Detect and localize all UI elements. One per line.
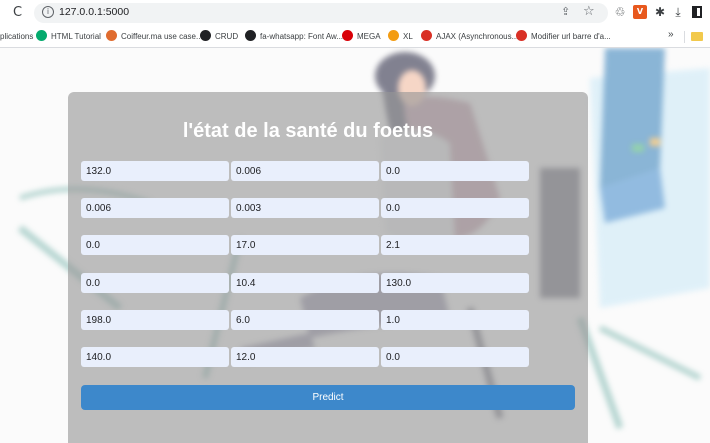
feature-input-r6-c1[interactable] (81, 347, 229, 367)
bookmark-item[interactable]: plications (0, 30, 33, 44)
extensions-puzzle-icon[interactable]: ✱ (653, 5, 667, 19)
prediction-form-card: l'état de la santé du foetus Predict (68, 92, 588, 443)
bookmark-item[interactable]: CRUD (200, 30, 238, 44)
feature-input-r4-c1[interactable] (81, 273, 229, 293)
feature-input-r4-c2[interactable] (231, 273, 379, 293)
bookmarks-divider (684, 31, 685, 43)
coiffeur-icon (106, 30, 117, 41)
feature-input-r3-c1[interactable] (81, 235, 229, 255)
feature-input-r5-c1[interactable] (81, 310, 229, 330)
orange-extension-icon[interactable]: V (633, 5, 647, 19)
feature-input-r6-c3[interactable] (381, 347, 529, 367)
bookmark-label: AJAX (Asynchronous... (436, 32, 519, 41)
bookmark-label: MEGA (357, 32, 381, 41)
question-icon (516, 30, 527, 41)
bookmark-label: HTML Tutorial (51, 32, 101, 41)
bookmark-item[interactable]: Modifier url barre d'a... (516, 30, 611, 44)
feature-input-r6-c2[interactable] (231, 347, 379, 367)
question-icon (421, 30, 432, 41)
page-body: l'état de la santé du foetus Predict (0, 48, 710, 443)
feature-input-r4-c3[interactable] (381, 273, 529, 293)
download-icon[interactable]: ⤓ (671, 5, 685, 19)
mega-icon (342, 30, 353, 41)
feature-input-r2-c1[interactable] (81, 198, 229, 218)
w3schools-icon (36, 30, 47, 41)
browser-toolbar: C i 127.0.0.1:5000 ⇪ ☆ ♲ V ✱ ⤓ (0, 0, 710, 26)
reload-icon[interactable]: C (13, 5, 22, 20)
bookmark-item[interactable]: Coiffeur.ma use case... (106, 30, 203, 44)
form-title: l'état de la santé du foetus (182, 120, 434, 142)
bookmark-label: Coiffeur.ma use case... (121, 32, 203, 41)
feature-input-r1-c2[interactable] (231, 161, 379, 181)
recycle-extension-icon[interactable]: ♲ (613, 5, 627, 19)
bookmark-label: Modifier url barre d'a... (531, 32, 611, 41)
bookmark-label: CRUD (215, 32, 239, 41)
github-icon (200, 30, 211, 41)
feature-input-r2-c3[interactable] (381, 198, 529, 218)
share-icon[interactable]: ⇪ (561, 5, 570, 18)
bookmark-star-icon[interactable]: ☆ (583, 4, 595, 19)
bookmark-item[interactable]: fa-whatsapp: Font Aw... (245, 30, 343, 44)
bookmark-label: XL (403, 32, 413, 41)
feature-input-r5-c2[interactable] (231, 310, 379, 330)
bookmarks-bar: plications HTML Tutorial Coiffeur.ma use c… (0, 26, 710, 48)
side-panel-icon[interactable] (692, 6, 702, 18)
feature-input-r3-c2[interactable] (231, 235, 379, 255)
feature-input-r1-c3[interactable] (381, 161, 529, 181)
bookmark-label: fa-whatsapp: Font Aw... (260, 32, 344, 41)
bookmark-folder-icon[interactable] (691, 32, 703, 41)
bookmark-item[interactable]: AJAX (Asynchronous... (421, 30, 518, 44)
url-text[interactable]: 127.0.0.1:5000 (59, 6, 129, 18)
feature-input-r1-c1[interactable] (81, 161, 229, 181)
more-bookmarks-icon[interactable]: » (668, 29, 674, 40)
feature-input-r5-c3[interactable] (381, 310, 529, 330)
bookmark-item[interactable]: HTML Tutorial (36, 30, 101, 44)
bookmark-label: plications (0, 32, 34, 41)
feature-input-r2-c2[interactable] (231, 198, 379, 218)
bookmark-item[interactable]: XL (388, 30, 413, 44)
xl-icon (388, 30, 399, 41)
predict-button[interactable]: Predict (81, 385, 575, 410)
address-bar[interactable]: i 127.0.0.1:5000 ⇪ ☆ (34, 3, 608, 23)
feature-input-r3-c3[interactable] (381, 235, 529, 255)
fontawesome-icon (245, 30, 256, 41)
site-info-icon[interactable]: i (42, 6, 54, 18)
bookmark-item[interactable]: MEGA (342, 30, 381, 44)
